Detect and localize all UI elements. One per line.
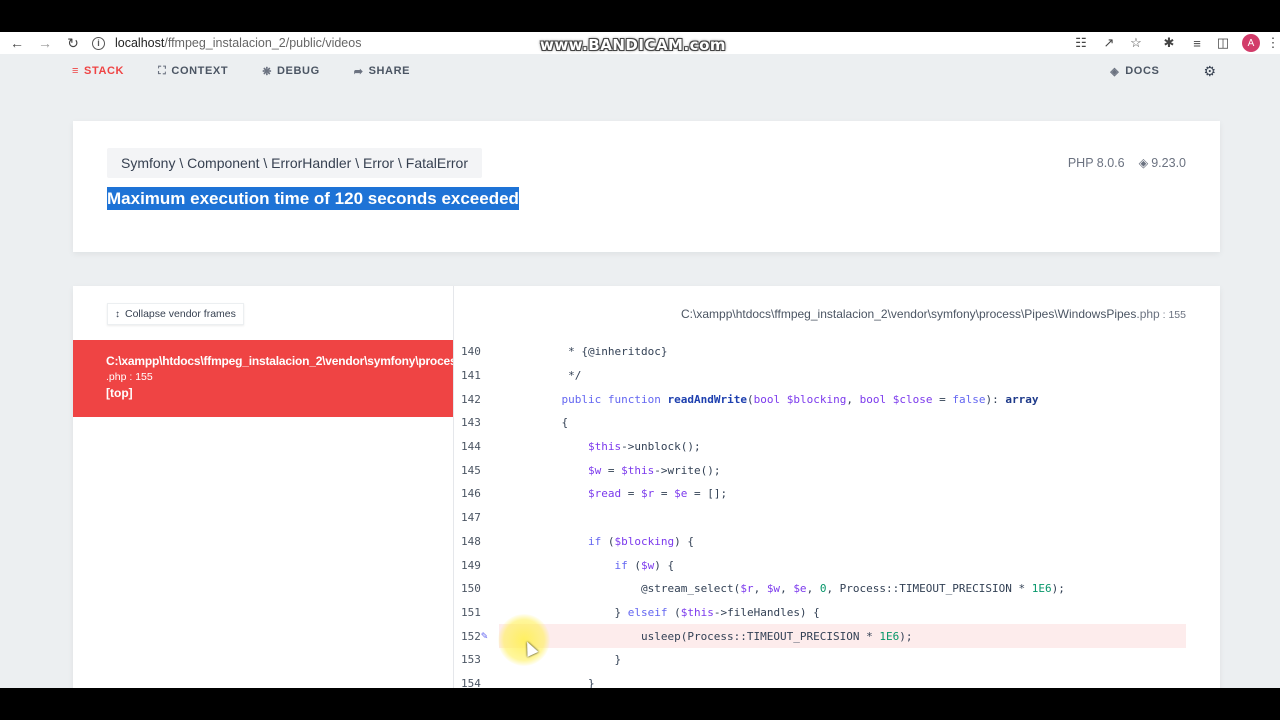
site-info-icon[interactable]: i (92, 36, 105, 50)
line-source: usleep(Process::TIMEOUT_PRECISION * 1E6)… (535, 629, 913, 643)
video-letterbox-bottom (0, 688, 1280, 720)
code-line: 151 } elseif ($this->fileHandles) { (455, 601, 1220, 625)
line-number: 153 (461, 653, 481, 667)
video-letterbox-top (0, 0, 1280, 32)
url-path: /ffmpeg_instalacion_2/public/videos (164, 36, 362, 50)
code-line: 142 public function readAndWrite(bool $b… (455, 387, 1220, 411)
recorder-watermark: www.BANDICAM.com (540, 36, 727, 54)
brackets-icon: ⛶ (158, 64, 167, 77)
line-number: 140 (461, 345, 481, 359)
code-line: 141 */ (455, 364, 1220, 388)
line-number: 148 (461, 534, 481, 548)
line-number: 145 (461, 463, 481, 477)
line-source: */ (535, 369, 582, 383)
line-number: 151 (461, 605, 481, 619)
line-source: { (535, 416, 569, 430)
code-line: 150 @stream_select($r, $w, $e, 0, Proces… (455, 577, 1220, 601)
bookmark-star-icon[interactable]: ☆ (1125, 32, 1147, 54)
line-number: 146 (461, 487, 481, 501)
reading-list-icon[interactable]: ≡ (1186, 32, 1208, 54)
avatar[interactable]: A (1240, 32, 1262, 54)
frame-path: C:\xampp\htdocs\ffmpeg_instalacion_2\ven… (106, 354, 454, 368)
tab-debug[interactable]: ❋ DEBUG (262, 65, 320, 78)
line-source: @stream_select($r, $w, $e, 0, Process::T… (535, 582, 1065, 596)
line-number: 150 (461, 582, 481, 596)
line-number: 143 (461, 416, 481, 430)
bug-icon: ❋ (262, 65, 273, 78)
line-number: 147 (461, 511, 481, 525)
more-menu-icon[interactable]: ⋮ (1262, 32, 1280, 54)
side-panel-icon[interactable]: ◫ (1212, 32, 1234, 54)
code-line: 146 $read = $r = $e = []; (455, 482, 1220, 506)
line-number: 144 (461, 440, 481, 454)
line-source: if ($blocking) { (587, 534, 694, 548)
line-source: * {@inheritdoc} (535, 345, 668, 359)
line-source: } elseif ($this->fileHandles) { (535, 605, 820, 619)
code-line: 149 if ($w) { (455, 553, 1220, 577)
forward-icon[interactable]: → (34, 32, 56, 54)
frame-tag: [top] (106, 386, 133, 400)
docs-link[interactable]: ◈ DOCS (1110, 65, 1159, 78)
back-icon[interactable]: ← (6, 32, 28, 54)
code-line: 153 } (455, 648, 1220, 672)
laravel-version: 9.23.0 (1151, 155, 1186, 170)
translate-icon[interactable]: ☷ (1070, 32, 1092, 54)
share-page-icon[interactable]: ↗ (1098, 32, 1120, 54)
line-source: $this->unblock(); (587, 440, 701, 454)
code-line: 140 * {@inheritdoc} (455, 340, 1220, 364)
tab-context[interactable]: ⛶ CONTEXT (158, 65, 228, 78)
code-snippet-panel: C:\xampp\htdocs\ffmpeg_instalacion_2\ven… (455, 286, 1220, 688)
code-line: 147 (455, 506, 1220, 530)
share-icon: ➦ (353, 65, 364, 78)
edit-pencil-icon[interactable]: ✎ (481, 629, 488, 642)
collapse-icon: ↕ (115, 308, 120, 320)
gear-icon[interactable]: ⚙ (1203, 63, 1216, 80)
list-icon: ≡ (72, 65, 80, 77)
line-source: $w = $this->write(); (587, 463, 721, 477)
collapse-vendor-frames-button[interactable]: ↕ Collapse vendor frames (107, 303, 244, 325)
stack-frames-panel: ↕ Collapse vendor frames C:\xampp\htdocs\… (73, 286, 454, 688)
line-source: if ($w) { (614, 558, 675, 572)
php-version: PHP 8.0.6 (1067, 155, 1125, 170)
code-line: ✎ 152 usleep(Process::TIMEOUT_PRECISION *… (455, 624, 1220, 648)
snippet-file-path[interactable]: C:\xampp\htdocs\ffmpeg_instalacion_2\ven… (681, 307, 1186, 321)
line-source: public function readAndWrite(bool $block… (561, 392, 1039, 406)
tab-share[interactable]: ➦ SHARE (354, 65, 410, 78)
exception-summary-card: Symfony \ Component \ ErrorHandler \ Err… (73, 121, 1220, 252)
line-number: 154 (461, 676, 481, 688)
url-host: localhost (115, 36, 165, 50)
line-source: $read = $r = $e = []; (587, 487, 728, 501)
line-number: 141 (461, 369, 481, 383)
code-line: 144 $this->unblock(); (455, 435, 1220, 459)
ignition-error-page: ≡ STACK ⛶ CONTEXT ❋ DEBUG ➦ SHARE ◈ DOCS ⚙ Sy… (0, 54, 1280, 688)
line-number: 152 (461, 629, 481, 643)
stack-trace-card: ↕ Collapse vendor frames C:\xampp\htdocs\… (73, 286, 1220, 688)
line-number: 142 (461, 392, 481, 406)
code-lines: 140 * {@inheritdoc} 141 */142 public func… (455, 340, 1220, 688)
exception-message: Maximum execution time of 120 seconds ex… (107, 187, 519, 210)
code-line: 145 $w = $this->write(); (455, 458, 1220, 482)
line-source: } (535, 676, 595, 688)
cursor-highlight (498, 614, 550, 666)
ignition-tabs: ≡ STACK ⛶ CONTEXT ❋ DEBUG ➦ SHARE (72, 54, 444, 88)
exception-class: Symfony \ Component \ ErrorHandler \ Err… (107, 148, 482, 178)
version-info: PHP 8.0.6 ◈ 9.23.0 (1067, 155, 1186, 171)
line-number: 149 (461, 558, 481, 572)
laravel-icon: ◈ (1110, 65, 1120, 78)
extensions-icon[interactable]: ✱ (1158, 32, 1180, 54)
code-line: 154 } (455, 672, 1220, 688)
code-line: 148 if ($blocking) { (455, 530, 1220, 554)
stack-frame-selected[interactable]: C:\xampp\htdocs\ffmpeg_instalacion_2\ven… (73, 340, 454, 417)
frame-ext-line: .php : 155 (106, 371, 153, 383)
laravel-icon: ◈ (1138, 156, 1149, 170)
code-line: 143 { (455, 411, 1220, 435)
reload-icon[interactable]: ↻ (62, 32, 84, 54)
tab-stack[interactable]: ≡ STACK (72, 65, 124, 77)
